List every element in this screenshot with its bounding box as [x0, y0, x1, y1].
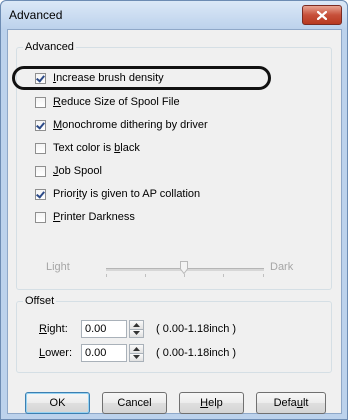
spin-up-icon [133, 322, 140, 327]
printer-darkness-checkbox[interactable] [35, 211, 46, 223]
priority-ap-collation-label: Priority is given to AP collation [53, 188, 201, 200]
right-offset-spinner [129, 320, 144, 338]
lower-offset-spinner [129, 344, 144, 362]
monochrome-dithering-label: Monochrome dithering by driver [53, 119, 208, 131]
default-button[interactable]: Defa u lt [256, 392, 326, 414]
ok-button[interactable]: OK [25, 392, 90, 414]
job-spool-checkbox[interactable] [35, 165, 46, 177]
printer-darkness-option[interactable]: Printer Darkness [35, 209, 135, 225]
increase-brush-density-label: Increase brush density [53, 72, 164, 84]
offset-group-label: Offset [23, 295, 57, 307]
title-bar: Advanced [1, 1, 347, 29]
dialog-body: Advanced Increase brush density Reduce S… [7, 29, 342, 414]
lower-offset-down-button[interactable] [129, 353, 144, 362]
advanced-dialog: Advanced Advanced Increase brush density… [0, 0, 348, 420]
slider-light-label: Light [46, 261, 70, 273]
increase-brush-density-checkbox[interactable] [35, 72, 46, 84]
right-offset-range: ( 0.00-1.18inch ) [156, 323, 237, 335]
priority-ap-collation-option[interactable]: Priority is given to AP collation [35, 186, 200, 202]
job-spool-option[interactable]: Job Spool [35, 163, 102, 179]
text-color-black-option[interactable]: Text color is black [35, 140, 140, 156]
lower-offset-row: Lower: 0.00 ( 0.00-1.18inch ) [39, 343, 236, 363]
close-icon [317, 10, 327, 20]
spin-down-icon [133, 355, 140, 360]
job-spool-label: Job Spool [53, 165, 102, 177]
help-button[interactable]: Help [179, 392, 244, 414]
slider-tick [223, 274, 224, 277]
increase-brush-density-option[interactable]: Increase brush density [35, 70, 164, 86]
slider-tick [263, 274, 264, 277]
spin-down-icon [133, 331, 140, 336]
advanced-group-label: Advanced [23, 41, 76, 53]
right-offset-up-button[interactable] [129, 320, 144, 330]
text-color-black-checkbox[interactable] [35, 142, 46, 154]
close-button[interactable] [302, 5, 342, 25]
spin-up-icon [133, 346, 140, 351]
reduce-spool-size-checkbox[interactable] [35, 96, 46, 108]
cancel-button[interactable]: Cancel [102, 392, 167, 414]
monochrome-dithering-option[interactable]: Monochrome dithering by driver [35, 117, 208, 133]
lower-offset-up-button[interactable] [129, 344, 144, 354]
right-offset-down-button[interactable] [129, 329, 144, 338]
monochrome-dithering-checkbox[interactable] [35, 119, 46, 131]
text-color-black-label: Text color is black [53, 142, 140, 154]
right-offset-label: Right: [39, 323, 68, 335]
darkness-slider-row: Light Dark [46, 259, 316, 279]
slider-tick [184, 274, 185, 277]
window-title: Advanced [9, 8, 63, 22]
slider-tick [106, 274, 107, 277]
reduce-spool-size-option[interactable]: Reduce Size of Spool File [35, 94, 180, 110]
slider-tick [145, 274, 146, 277]
lower-offset-input[interactable]: 0.00 [81, 344, 127, 362]
darkness-slider-thumb[interactable] [180, 261, 188, 274]
printer-darkness-label: Printer Darkness [53, 211, 135, 223]
slider-dark-label: Dark [270, 261, 294, 273]
right-offset-row: Right: 0.00 ( 0.00-1.18inch ) [39, 319, 236, 339]
lower-offset-label: Lower: [39, 347, 73, 359]
lower-offset-range: ( 0.00-1.18inch ) [156, 347, 237, 359]
reduce-spool-size-label: Reduce Size of Spool File [53, 96, 180, 108]
right-offset-input[interactable]: 0.00 [81, 320, 127, 338]
priority-ap-collation-checkbox[interactable] [35, 188, 46, 200]
